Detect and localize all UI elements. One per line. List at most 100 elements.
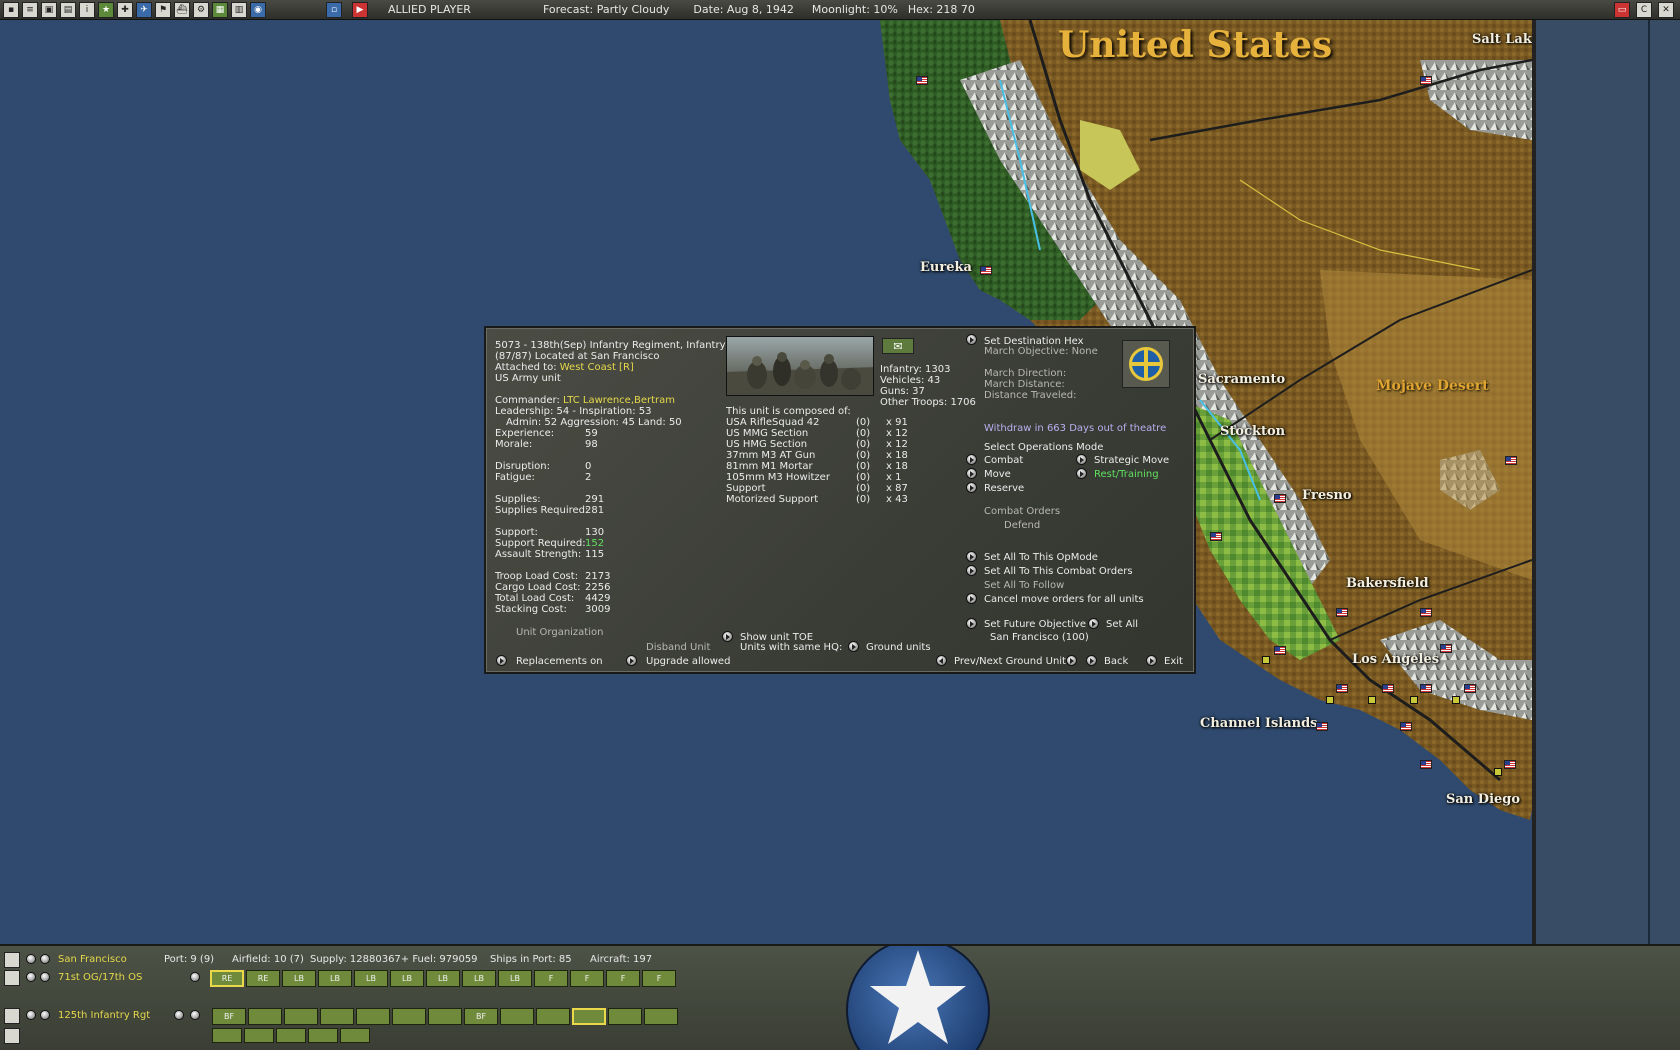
- us-flag-marker[interactable]: [1464, 684, 1476, 693]
- restore-icon[interactable]: C: [1636, 2, 1652, 18]
- ground-unit-counter[interactable]: [392, 1008, 426, 1025]
- withdraw-notice[interactable]: Withdraw in 663 Days out of theatre: [984, 423, 1166, 434]
- composition-item[interactable]: US HMG Section: [726, 439, 807, 450]
- us-flag-marker[interactable]: [1274, 646, 1286, 655]
- composition-item[interactable]: US MMG Section: [726, 428, 808, 439]
- base-marker[interactable]: [1452, 696, 1460, 704]
- ground-unit-counter[interactable]: [608, 1008, 642, 1025]
- ground-unit-counter[interactable]: [248, 1008, 282, 1025]
- us-flag-marker[interactable]: [1440, 644, 1452, 653]
- ship-counter[interactable]: [212, 1028, 242, 1043]
- base-marker[interactable]: [1326, 696, 1334, 704]
- combat-orders-value[interactable]: Defend: [1004, 520, 1040, 531]
- database-icon[interactable]: ▥: [231, 1, 247, 18]
- us-flag-marker[interactable]: [980, 266, 992, 275]
- set-all-button[interactable]: [1088, 618, 1099, 629]
- combat-mode-button[interactable]: [966, 454, 977, 465]
- ground-unit-counter[interactable]: [500, 1008, 534, 1025]
- cancel-move-button[interactable]: [966, 593, 977, 604]
- next-ground-unit-button[interactable]: [40, 1010, 50, 1020]
- window-icon[interactable]: ▫: [326, 1, 342, 18]
- ground-prev-button[interactable]: [174, 1010, 184, 1020]
- production-icon[interactable]: ⚙: [193, 1, 209, 18]
- ship-icon[interactable]: ⛴: [174, 1, 190, 18]
- flag-icon[interactable]: [4, 1008, 20, 1024]
- replacements-toggle-button[interactable]: [496, 655, 507, 666]
- us-flag-marker[interactable]: [1382, 684, 1394, 693]
- print-icon[interactable]: ▤: [60, 1, 76, 18]
- close-icon[interactable]: ✕: [1658, 2, 1674, 18]
- base-name-link[interactable]: San Francisco: [58, 954, 127, 965]
- ground-unit-counter[interactable]: BF: [464, 1008, 498, 1025]
- strategic-move-button[interactable]: [1076, 454, 1087, 465]
- next-base-button[interactable]: [40, 954, 50, 964]
- set-all-combat-button[interactable]: [966, 565, 977, 576]
- us-flag-marker[interactable]: [1505, 456, 1517, 465]
- attached-hq-link[interactable]: West Coast [R]: [560, 362, 634, 373]
- base-marker[interactable]: [1410, 696, 1418, 704]
- us-flag-marker[interactable]: [1336, 608, 1348, 617]
- us-flag-marker[interactable]: [1504, 760, 1516, 769]
- us-flag-marker[interactable]: [1420, 608, 1432, 617]
- air-unit-counter[interactable]: LB: [498, 970, 532, 987]
- ship-counter[interactable]: [276, 1028, 306, 1043]
- prev-ground-unit-button[interactable]: [26, 1010, 36, 1020]
- reserve-mode-button[interactable]: [966, 482, 977, 493]
- ground-unit-counter[interactable]: [356, 1008, 390, 1025]
- set-destination-button[interactable]: [966, 334, 977, 345]
- us-flag-marker[interactable]: [1420, 760, 1432, 769]
- commander-link[interactable]: LTC Lawrence,Bertram: [563, 395, 675, 406]
- air-unit-counter[interactable]: F: [534, 970, 568, 987]
- base-marker[interactable]: [1262, 656, 1270, 664]
- us-flag-marker[interactable]: [1420, 684, 1432, 693]
- ground-unit-counter[interactable]: [644, 1008, 678, 1025]
- us-flag-marker[interactable]: [1274, 494, 1286, 503]
- set-all-opmode-button[interactable]: [966, 551, 977, 562]
- composition-item[interactable]: 105mm M3 Howitzer: [726, 472, 830, 483]
- report-icon[interactable]: ≡: [22, 1, 38, 18]
- move-mode-button[interactable]: [966, 468, 977, 479]
- composition-item[interactable]: USA RifleSquad 42: [726, 417, 819, 428]
- star-icon[interactable]: ★: [98, 1, 114, 18]
- air-unit-counter[interactable]: RE: [246, 970, 280, 987]
- prev-air-unit-button[interactable]: [26, 972, 36, 982]
- ground-unit-counter[interactable]: BF: [212, 1008, 246, 1025]
- air-unit-counter[interactable]: LB: [390, 970, 424, 987]
- composition-item[interactable]: 81mm M1 Mortar: [726, 461, 813, 472]
- plane-icon[interactable]: ✈: [136, 1, 152, 18]
- medal-icon[interactable]: ✚: [117, 1, 133, 18]
- air-unit-counter[interactable]: LB: [282, 970, 316, 987]
- ground-next-button[interactable]: [190, 1010, 200, 1020]
- base-marker[interactable]: [1494, 768, 1502, 776]
- anchor-icon[interactable]: [4, 952, 20, 968]
- exit-button[interactable]: [1146, 655, 1157, 666]
- ship-counter[interactable]: [340, 1028, 370, 1043]
- upgrade-toggle-button[interactable]: [626, 655, 637, 666]
- ground-unit-counter[interactable]: [428, 1008, 462, 1025]
- air-unit-counter[interactable]: F: [570, 970, 604, 987]
- view-icon[interactable]: ▣: [41, 1, 57, 18]
- envelope-icon[interactable]: ✉: [882, 338, 914, 354]
- prev-base-button[interactable]: [26, 954, 36, 964]
- air-unit-counter[interactable]: F: [642, 970, 676, 987]
- globe-icon[interactable]: ◉: [250, 1, 266, 18]
- ground-units-button[interactable]: [848, 641, 859, 652]
- ground-unit-counter[interactable]: [536, 1008, 570, 1025]
- info-icon[interactable]: i: [79, 1, 95, 18]
- unit-organization-link[interactable]: Unit Organization: [516, 627, 603, 638]
- ship-counter[interactable]: [244, 1028, 274, 1043]
- ground-unit-counter[interactable]: [284, 1008, 318, 1025]
- air-unit-link[interactable]: 71st OG/17th OS: [58, 972, 142, 983]
- us-flag-marker[interactable]: [1400, 722, 1412, 731]
- us-flag-marker[interactable]: [916, 76, 928, 85]
- ship-icon[interactable]: [4, 1028, 20, 1044]
- air-unit-counter[interactable]: LB: [354, 970, 388, 987]
- ground-unit-counter[interactable]: [572, 1008, 606, 1025]
- composition-item[interactable]: 37mm M3 AT Gun: [726, 450, 815, 461]
- air-unit-counter[interactable]: LB: [462, 970, 496, 987]
- ship-counter[interactable]: [308, 1028, 338, 1043]
- us-flag-marker[interactable]: [1420, 76, 1432, 85]
- prev-unit-button[interactable]: [936, 655, 947, 666]
- ground-unit-link[interactable]: 125th Infantry Rgt: [58, 1010, 150, 1021]
- end-turn-icon[interactable]: ▶: [352, 1, 368, 18]
